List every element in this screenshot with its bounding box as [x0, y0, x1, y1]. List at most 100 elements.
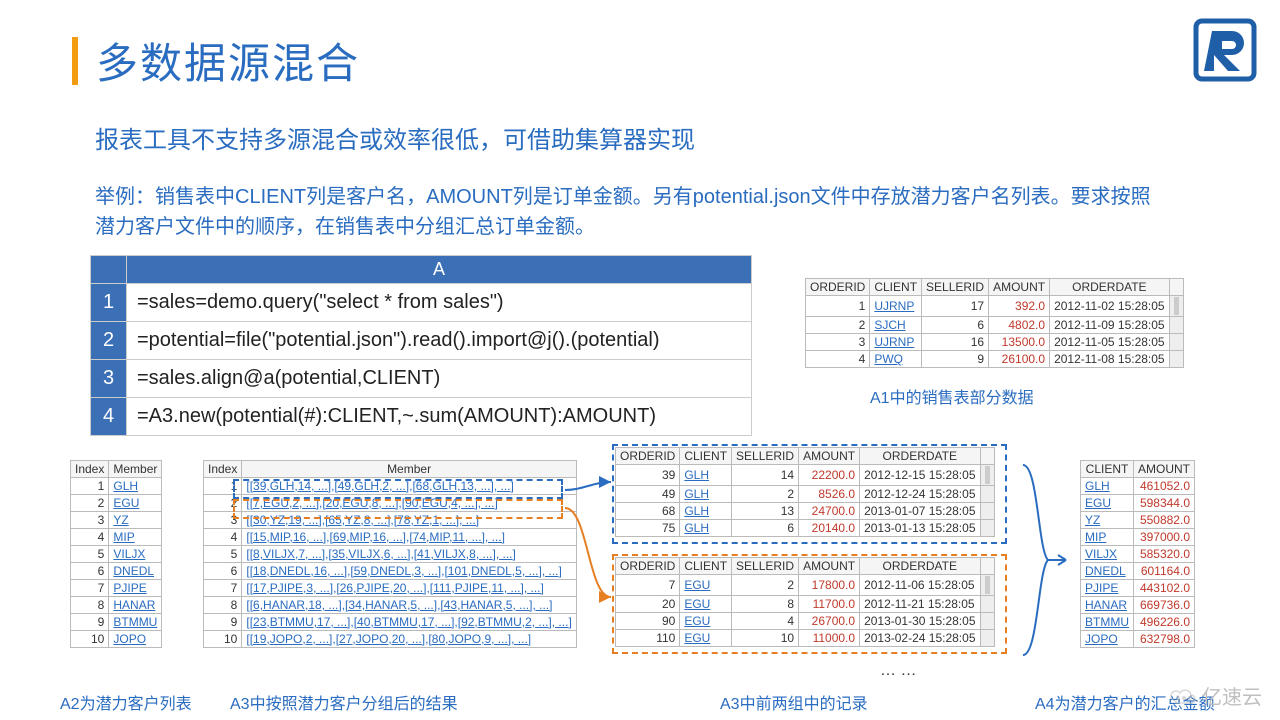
table-cell: [[15,MIP,16, ...],[69,MIP,16, ...],[74,M…	[242, 529, 576, 546]
table-cell: 9	[204, 614, 242, 631]
table-cell: 601164.0	[1134, 563, 1195, 580]
table-cell: 10	[204, 631, 242, 648]
table-cell: VILJX	[109, 546, 162, 563]
column-header: Index	[204, 461, 242, 478]
table-cell: 24700.0	[799, 503, 860, 520]
table-cell: GLH	[680, 486, 732, 503]
table-cell: JOPO	[1081, 631, 1134, 648]
table-cell: 110	[616, 630, 680, 647]
table-cell: UJRNP	[870, 296, 922, 317]
table-cell: HANAR	[1081, 597, 1134, 614]
table-cell: 8526.0	[799, 486, 860, 503]
table-cell: GLH	[680, 465, 732, 486]
column-header: CLIENT	[870, 279, 922, 296]
table-cell: UJRNP	[870, 334, 922, 351]
group1-table: ORDERIDCLIENTSELLERIDAMOUNTORDERDATE39GL…	[615, 447, 995, 537]
table-cell: PJIPE	[1081, 580, 1134, 597]
table-cell: [[39,GLH,14, ...],[49,GLH,2, ...],[68,GL…	[242, 478, 576, 495]
code-row-1: =sales=demo.query("select * from sales")	[127, 284, 752, 322]
table-cell: 10	[732, 630, 799, 647]
table-cell: 2	[732, 575, 799, 596]
column-header: CLIENT	[1081, 461, 1134, 478]
table-cell: 2012-11-02 15:28:05	[1050, 296, 1170, 317]
code-row-3: =sales.align@a(potential,CLIENT)	[127, 360, 752, 398]
table-cell: 8	[71, 597, 109, 614]
column-header: CLIENT	[680, 448, 732, 465]
table-cell: 550882.0	[1134, 512, 1195, 529]
column-header: AMOUNT	[799, 558, 860, 575]
table-cell: 4802.0	[989, 317, 1050, 334]
sales-preview-caption: A1中的销售表部分数据	[870, 384, 1034, 408]
table-cell: 17800.0	[799, 575, 860, 596]
table-cell: 10	[71, 631, 109, 648]
table-cell: 4	[806, 351, 870, 368]
a2-caption: A2为潜力客户列表	[60, 690, 192, 714]
group-ellipsis: … …	[880, 662, 916, 680]
sales-preview-table: ORDERIDCLIENTSELLERIDAMOUNTORDERDATE1UJR…	[805, 278, 1184, 368]
table-cell: 22200.0	[799, 465, 860, 486]
table-cell: 49	[616, 486, 680, 503]
table-cell: EGU	[680, 596, 732, 613]
table-cell: 3	[204, 512, 242, 529]
table-cell: 7	[71, 580, 109, 597]
table-cell: 6	[732, 520, 799, 537]
table-cell: JOPO	[109, 631, 162, 648]
table-cell: VILJX	[1081, 546, 1134, 563]
column-header: SELLERID	[922, 279, 989, 296]
code-row-4-num: 4	[91, 398, 127, 436]
table-cell: SJCH	[870, 317, 922, 334]
table-cell: BTMMU	[109, 614, 162, 631]
table-cell: 2012-11-05 15:28:05	[1050, 334, 1170, 351]
column-header: SELLERID	[732, 558, 799, 575]
table-cell: 8	[732, 596, 799, 613]
table-cell: 2013-02-24 15:28:05	[860, 630, 980, 647]
code-row-4: =A3.new(potential(#):CLIENT,~.sum(AMOUNT…	[127, 398, 752, 436]
code-table: A 1=sales=demo.query("select * from sale…	[90, 255, 752, 436]
table-cell: 585320.0	[1134, 546, 1195, 563]
table-cell: 392.0	[989, 296, 1050, 317]
table-cell: 6	[922, 317, 989, 334]
table-cell: 5	[71, 546, 109, 563]
table-cell: 4	[732, 613, 799, 630]
table-cell: 20	[616, 596, 680, 613]
table-cell: PJIPE	[109, 580, 162, 597]
table-cell: 9	[71, 614, 109, 631]
column-header: ORDERID	[616, 558, 680, 575]
code-row-3-num: 3	[91, 360, 127, 398]
table-cell: 3	[71, 512, 109, 529]
table-cell: 4	[204, 529, 242, 546]
table-cell: 2012-12-24 15:28:05	[860, 486, 980, 503]
table-cell: [[30,YZ,19, ...],[65,YZ,8, ...],[78,YZ,1…	[242, 512, 576, 529]
table-cell: EGU	[680, 575, 732, 596]
table-cell: 632798.0	[1134, 631, 1195, 648]
table-cell: GLH	[680, 520, 732, 537]
table-cell: 1	[204, 478, 242, 495]
table-cell: MIP	[109, 529, 162, 546]
table-cell: DNEDL	[109, 563, 162, 580]
table-cell: 16	[922, 334, 989, 351]
table-cell: 9	[922, 351, 989, 368]
column-header: Index	[71, 461, 109, 478]
cloud-icon	[1168, 685, 1196, 707]
table-cell: 2012-11-08 15:28:05	[1050, 351, 1170, 368]
table-cell: DNEDL	[1081, 563, 1134, 580]
watermark: 亿速云	[1168, 681, 1262, 710]
a3-table: IndexMember1[[39,GLH,14, ...],[49,GLH,2,…	[203, 460, 577, 648]
code-col-a: A	[127, 256, 752, 284]
table-cell: 39	[616, 465, 680, 486]
table-cell: EGU	[1081, 495, 1134, 512]
table-cell: 26100.0	[989, 351, 1050, 368]
code-row-1-num: 1	[91, 284, 127, 322]
table-cell: 75	[616, 520, 680, 537]
column-header: ORDERID	[806, 279, 870, 296]
table-cell: [[8,VILJX,7, ...],[35,VILJX,6, ...],[41,…	[242, 546, 576, 563]
table-cell: 20140.0	[799, 520, 860, 537]
table-cell: 496226.0	[1134, 614, 1195, 631]
table-cell: 2012-11-21 15:28:05	[860, 596, 980, 613]
table-cell: 2013-01-13 15:28:05	[860, 520, 980, 537]
table-cell: GLH	[680, 503, 732, 520]
table-cell: EGU	[680, 613, 732, 630]
table-cell: 2	[204, 495, 242, 512]
code-row-2: =potential=file("potential.json").read()…	[127, 322, 752, 360]
column-header: AMOUNT	[799, 448, 860, 465]
